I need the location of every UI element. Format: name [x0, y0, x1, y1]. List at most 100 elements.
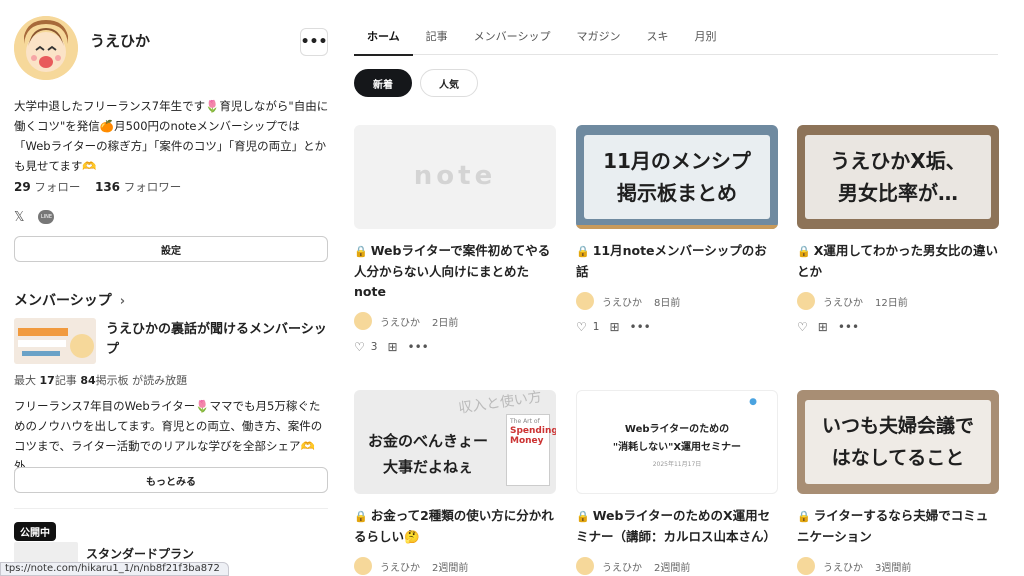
add-to-magazine-icon[interactable]: ⊞: [818, 320, 828, 334]
membership-section-label[interactable]: メンバーシップ: [14, 293, 112, 309]
chip-newest[interactable]: 新着: [354, 69, 412, 97]
line-icon[interactable]: LINE: [38, 210, 55, 224]
avatar[interactable]: [797, 292, 815, 310]
article-card[interactable]: うえひかX垢、 男女比率が… 🔒 X運用してわかった男女比の違いとか うえひか 12…: [797, 125, 999, 334]
article-title[interactable]: 🔒 X運用してわかった男女比の違いとか: [797, 241, 999, 282]
chip-popular[interactable]: 人気: [420, 69, 478, 97]
article-title[interactable]: 🔒 11月noteメンバーシップのお話: [576, 241, 778, 282]
heart-icon[interactable]: ♡: [576, 320, 587, 334]
plan-name[interactable]: スタンダードプラン: [86, 545, 194, 562]
article-thumbnail[interactable]: いつも夫婦会議で はなしてること: [797, 390, 999, 494]
article-card[interactable]: ● Webライターのための "消耗しない"X運用セミナー 2025年11月17日…: [576, 390, 778, 575]
lock-icon: 🔒: [797, 245, 811, 258]
author-name[interactable]: うえひか: [602, 559, 642, 574]
article-card[interactable]: 11月のメンシプ 掲示板まとめ 🔒 11月noteメンバーシップのお話 うえひか 8…: [576, 125, 778, 334]
lock-icon: 🔒: [576, 245, 590, 258]
tab-likes[interactable]: スキ: [633, 24, 681, 55]
article-author: うえひか 12日前: [797, 292, 999, 310]
article-title-text[interactable]: WebライターのためのX運用セミナー（講師：カルロス山本さん）: [576, 508, 776, 544]
following-label[interactable]: フォロー: [34, 180, 80, 194]
article-thumbnail[interactable]: 収入と使い方 お金のべんきょー 大事だよねぇ The Art of Spendi…: [354, 390, 556, 494]
more-options-button[interactable]: •••: [300, 28, 328, 56]
avatar[interactable]: [14, 16, 78, 80]
article-title-text[interactable]: お金って2種類の使い方に分かれるらしい🤔: [354, 508, 554, 544]
boards-count: 84: [80, 374, 96, 387]
profile-sidebar: うえひか ••• 大学中退したフリーランス7年生です🌷育児しながら"自由に働くコ…: [0, 0, 340, 576]
author-name[interactable]: うえひか: [380, 559, 420, 574]
seminar-date: 2025年11月17日: [652, 461, 702, 468]
article-title[interactable]: 🔒 お金って2種類の使い方に分かれるらしい🤔: [354, 506, 556, 547]
article-author: うえひか 2日前: [354, 312, 556, 330]
article-title-text[interactable]: ライターするなら夫婦でコミュニケーション: [797, 508, 988, 544]
follow-stats: 29 フォロー 136 フォロワー: [14, 179, 181, 195]
lock-icon: 🔒: [354, 510, 368, 523]
avatar[interactable]: [354, 312, 372, 330]
avatar[interactable]: [354, 557, 372, 575]
author-name[interactable]: うえひか: [823, 294, 863, 309]
more-icon[interactable]: •••: [630, 320, 651, 334]
author-name[interactable]: うえひか: [380, 314, 420, 329]
plan-thumbnail[interactable]: [14, 542, 78, 564]
sort-chips: 新着 人気: [354, 69, 478, 97]
public-badge: 公開中: [14, 522, 56, 541]
lock-icon: 🔒: [354, 245, 368, 258]
membership-thumbnail[interactable]: [14, 318, 96, 364]
followers-count[interactable]: 136: [95, 180, 120, 194]
meta-prefix: 最大: [14, 374, 36, 387]
heart-icon[interactable]: ♡: [354, 340, 365, 354]
lock-icon: 🔒: [797, 510, 811, 523]
tab-monthly[interactable]: 月別: [681, 24, 729, 55]
chevron-right-icon[interactable]: ›: [120, 294, 125, 309]
x-icon[interactable]: 𝕏: [14, 210, 24, 225]
social-links: 𝕏 LINE: [14, 210, 55, 225]
article-thumbnail[interactable]: ● Webライターのための "消耗しない"X運用セミナー 2025年11月17日: [576, 390, 778, 494]
article-title-text[interactable]: 11月noteメンバーシップのお話: [576, 243, 767, 279]
membership-section-title[interactable]: メンバーシップ ›: [14, 290, 125, 310]
followers-label[interactable]: フォロワー: [124, 180, 182, 194]
tab-membership[interactable]: メンバーシップ: [461, 24, 564, 55]
add-to-magazine-icon[interactable]: ⊞: [609, 320, 619, 334]
status-bar-url: tps://note.com/hikaru1_1/n/nb8f21f3ba872: [0, 562, 229, 576]
article-thumbnail[interactable]: 11月のメンシプ 掲示板まとめ: [576, 125, 778, 229]
article-thumbnail[interactable]: うえひかX垢、 男女比率が…: [797, 125, 999, 229]
more-icon[interactable]: •••: [838, 320, 859, 334]
settings-button[interactable]: 設定: [14, 236, 328, 262]
like-count: 3: [370, 341, 378, 353]
article-thumbnail[interactable]: note: [354, 125, 556, 229]
tab-magazine[interactable]: マガジン: [563, 24, 633, 55]
membership-name[interactable]: うえひかの裏話が聞けるメンバーシップ: [106, 320, 332, 360]
article-card[interactable]: 収入と使い方 お金のべんきょー 大事だよねぇ The Art of Spendi…: [354, 390, 556, 575]
author-name[interactable]: うえひか: [602, 294, 642, 309]
article-title-text[interactable]: Webライターで案件初めてやる人分からない人向けにまとめたnote: [354, 243, 550, 299]
note-logo: note: [413, 161, 497, 191]
boards-label: 掲示板 が読み放題: [95, 374, 188, 387]
article-title-text[interactable]: X運用してわかった男女比の違いとか: [797, 243, 998, 279]
see-more-button[interactable]: もっとみる: [14, 467, 328, 493]
article-title[interactable]: 🔒 WebライターのためのX運用セミナー（講師：カルロス山本さん）: [576, 506, 778, 547]
article-title[interactable]: 🔒 Webライターで案件初めてやる人分からない人向けにまとめたnote: [354, 241, 556, 302]
article-author: うえひか 3週間前: [797, 557, 999, 575]
book-cover: The Art of Spending Money: [506, 414, 556, 486]
article-card[interactable]: note 🔒 Webライターで案件初めてやる人分からない人向けにまとめたnote …: [354, 125, 556, 354]
add-to-magazine-icon[interactable]: ⊞: [387, 340, 397, 354]
lock-icon: 🔒: [576, 510, 590, 523]
thumbnail-text: Webライターのための "消耗しない"X運用セミナー: [612, 424, 742, 453]
article-title[interactable]: 🔒 ライターするなら夫婦でコミュニケーション: [797, 506, 999, 547]
avatar[interactable]: [797, 557, 815, 575]
article-author: うえひか 2週間前: [354, 557, 556, 575]
tab-home[interactable]: ホーム: [354, 24, 413, 56]
author-name[interactable]: うえひか: [823, 559, 863, 574]
book-title: Spending Money: [510, 426, 556, 446]
profile-bio: 大学中退したフリーランス7年生です🌷育児しながら"自由に働くコツ"を発信🍊月50…: [14, 99, 329, 173]
article-card[interactable]: いつも夫婦会議で はなしてること 🔒 ライターするなら夫婦でコミュニケーション う…: [797, 390, 999, 575]
avatar[interactable]: [576, 292, 594, 310]
article-time: 3週間前: [875, 562, 912, 574]
heart-icon[interactable]: ♡: [797, 320, 808, 334]
book-kicker: The Art of: [510, 418, 540, 425]
tab-articles[interactable]: 記事: [413, 24, 461, 55]
avatar[interactable]: [576, 557, 594, 575]
following-count[interactable]: 29: [14, 180, 31, 194]
article-time: 12日前: [875, 297, 908, 309]
content-tabs: ホーム 記事 メンバーシップ マガジン スキ 月別: [354, 24, 998, 56]
more-icon[interactable]: •••: [408, 340, 429, 354]
